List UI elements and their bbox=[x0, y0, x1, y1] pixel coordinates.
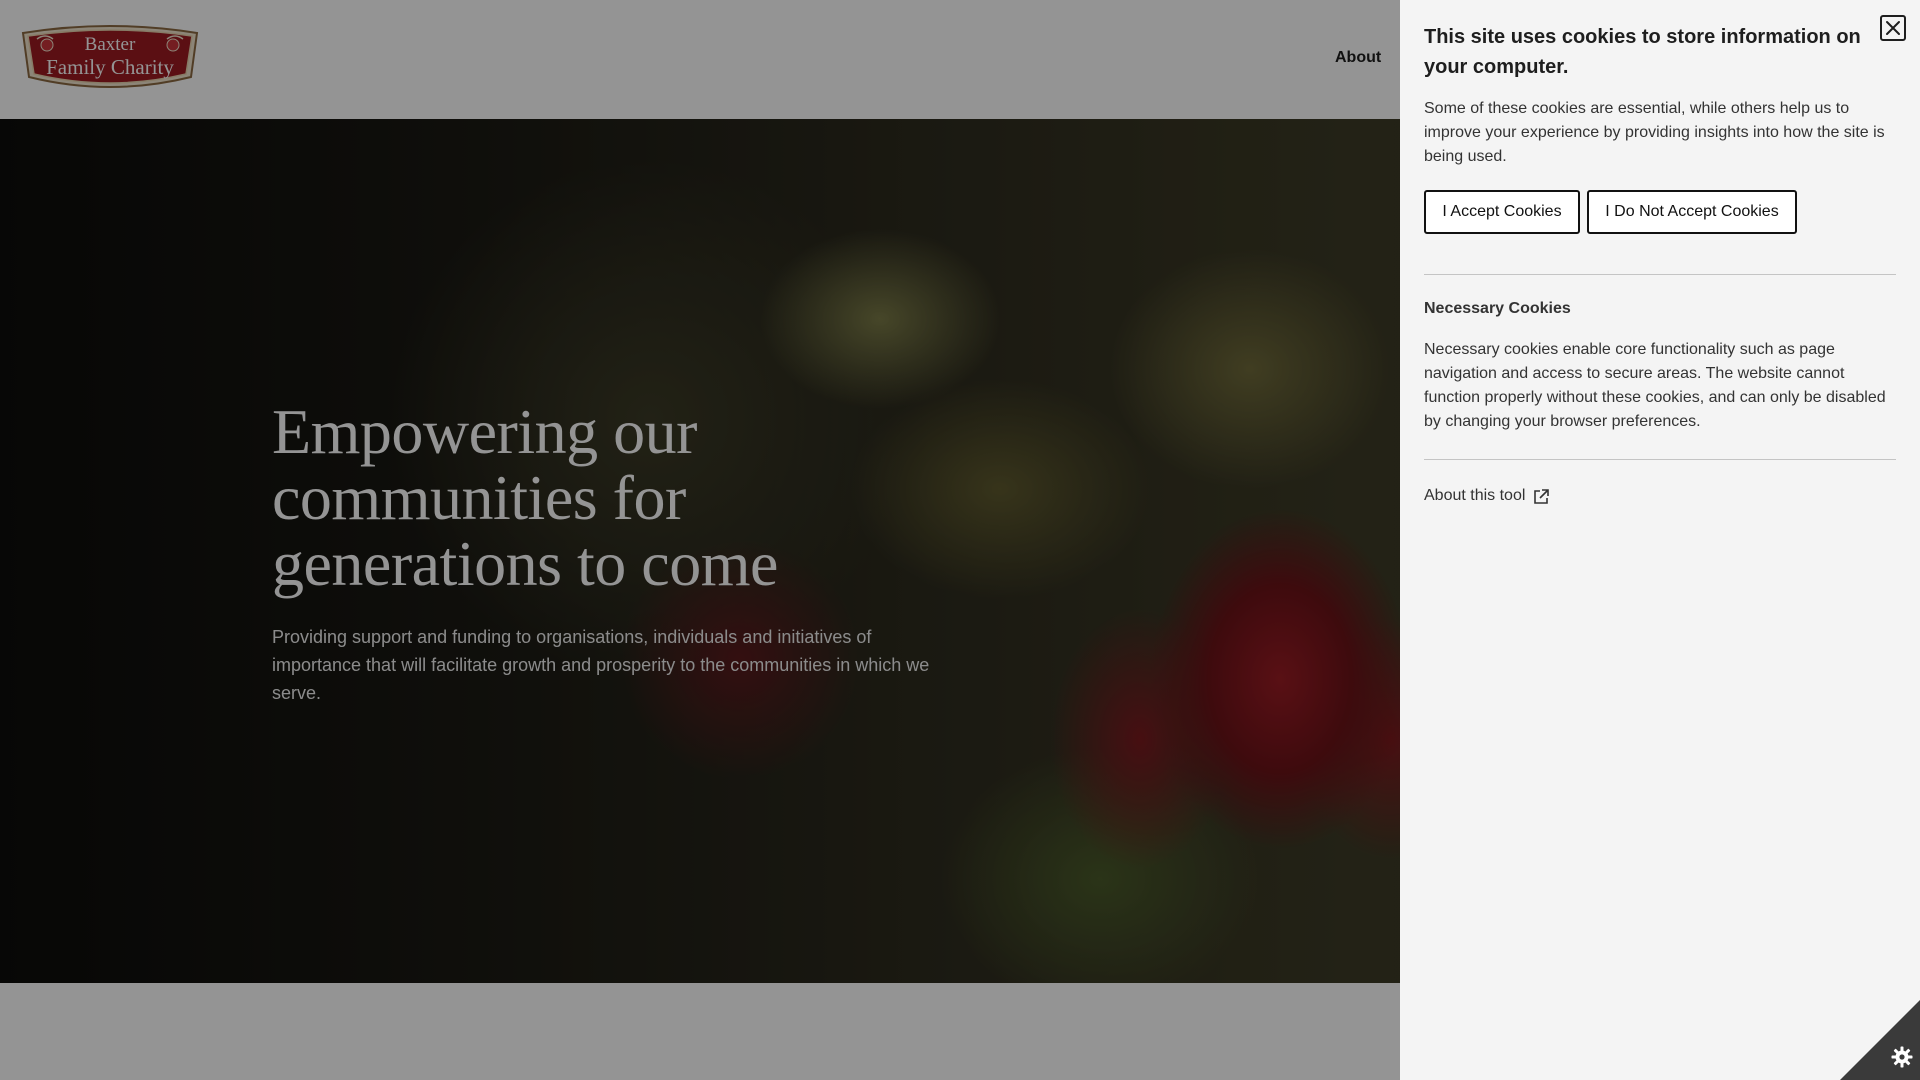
cookie-settings-corner[interactable] bbox=[1840, 1000, 1920, 1080]
close-icon bbox=[1886, 21, 1900, 35]
modal-overlay[interactable] bbox=[0, 0, 1400, 1080]
about-this-tool-link[interactable]: About this tool bbox=[1424, 485, 1550, 506]
divider bbox=[1424, 459, 1896, 460]
reject-cookies-button[interactable]: I Do Not Accept Cookies bbox=[1587, 190, 1797, 234]
accept-cookies-button[interactable]: I Accept Cookies bbox=[1424, 190, 1580, 234]
cookie-title: This site uses cookies to store informat… bbox=[1424, 26, 1861, 78]
necessary-cookies-heading: Necessary Cookies bbox=[1424, 300, 1571, 317]
necessary-cookies-text: Necessary cookies enable core functional… bbox=[1424, 341, 1886, 430]
external-link-icon bbox=[1532, 488, 1550, 506]
about-this-tool-label: About this tool bbox=[1424, 486, 1526, 504]
cookie-intro-text: Some of these cookies are essential, whi… bbox=[1424, 100, 1885, 165]
gear-icon bbox=[1891, 1046, 1913, 1068]
page: Baxter Family Charity About Empowering o… bbox=[0, 0, 1920, 1080]
divider bbox=[1424, 274, 1896, 275]
